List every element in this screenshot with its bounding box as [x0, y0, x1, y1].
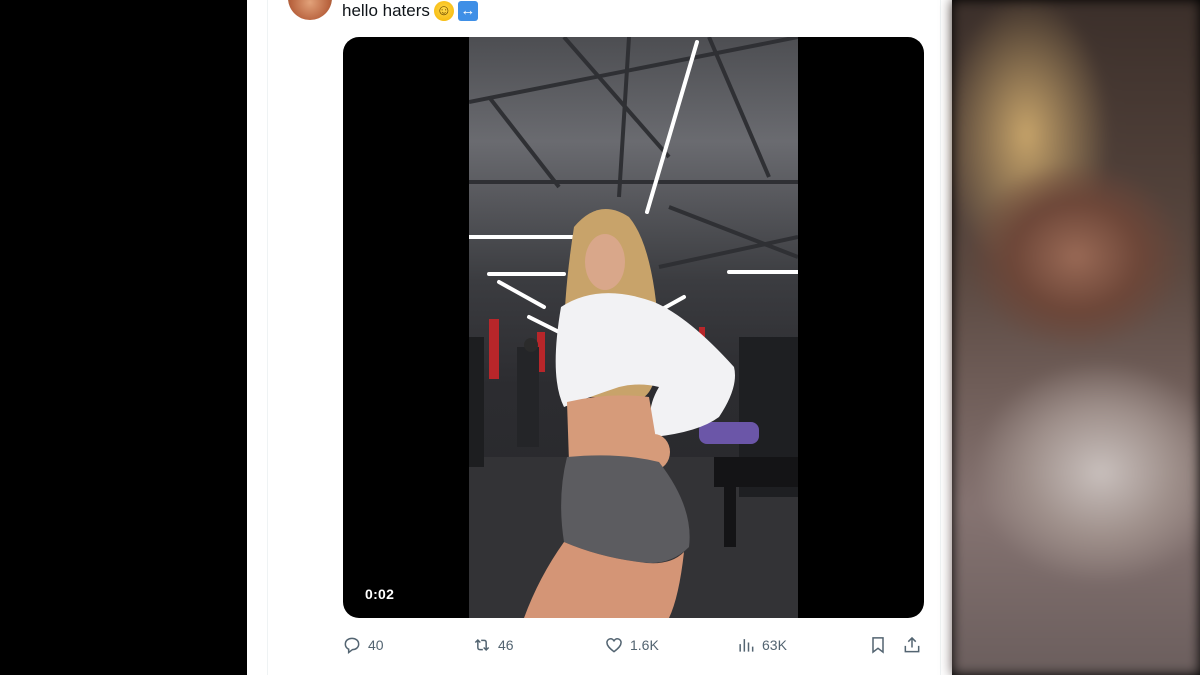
smiling-face-emoji-icon: ☺ — [433, 1, 454, 21]
reply-count: 40 — [368, 637, 384, 653]
reply-button[interactable]: 40 — [342, 632, 384, 658]
feed-column: hello haters ☺ ↔ 0:02 40 46 1.6K 63K — [247, 0, 952, 675]
video-timestamp: 0:02 — [365, 586, 395, 602]
like-count: 1.6K — [630, 637, 659, 653]
video-frame[interactable] — [469, 37, 798, 618]
tweet[interactable]: hello haters ☺ ↔ 0:02 40 46 1.6K 63K — [267, 0, 941, 675]
bookmark-button[interactable] — [868, 632, 888, 658]
tweet-text: hello haters ☺ ↔ — [342, 0, 478, 22]
right-blurred-background — [952, 0, 1200, 675]
video-player[interactable]: 0:02 — [343, 37, 924, 618]
repost-count: 46 — [498, 637, 514, 653]
avatar[interactable] — [288, 0, 332, 20]
tweet-actions: 40 46 1.6K 63K — [342, 632, 934, 658]
views-button[interactable]: 63K — [736, 632, 787, 658]
reply-icon — [344, 637, 360, 655]
left-letterbox — [0, 0, 247, 675]
bookmark-icon — [872, 637, 884, 654]
share-icon — [904, 636, 920, 653]
like-icon — [606, 637, 622, 653]
left-right-arrow-emoji-icon: ↔ — [457, 1, 478, 21]
gym-scene-image — [469, 37, 798, 618]
tweet-text-content: hello haters — [342, 1, 430, 20]
like-button[interactable]: 1.6K — [604, 632, 659, 658]
repost-icon — [474, 638, 490, 652]
views-count: 63K — [762, 637, 787, 653]
repost-button[interactable]: 46 — [472, 632, 514, 658]
views-icon — [739, 639, 754, 652]
share-button[interactable] — [902, 632, 922, 658]
